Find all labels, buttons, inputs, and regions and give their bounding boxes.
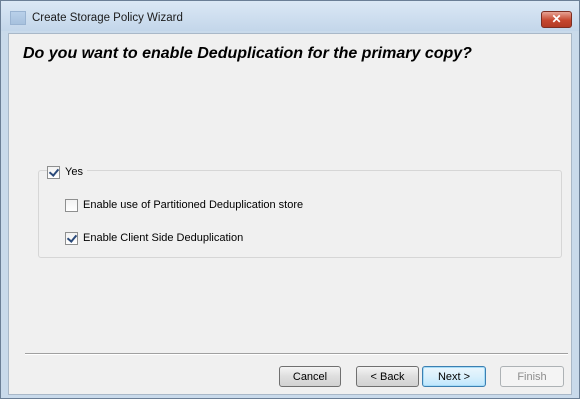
page-question: Do you want to enable Deduplication for … [23, 45, 472, 62]
client-side-dedup-label: Enable Client Side Deduplication [83, 232, 244, 244]
close-button[interactable]: ✕ [541, 11, 572, 28]
app-icon [10, 11, 26, 25]
client-side-dedup-row[interactable]: Enable Client Side Deduplication [65, 231, 243, 245]
finish-button[interactable]: Finish [500, 366, 564, 387]
yes-checkbox-row[interactable]: Yes [47, 165, 87, 179]
cancel-button[interactable]: Cancel [279, 366, 341, 387]
next-button[interactable]: Next > [422, 366, 486, 387]
back-button[interactable]: < Back [356, 366, 419, 387]
wizard-window: Create Storage Policy Wizard ✕ Do you wa… [0, 0, 580, 399]
yes-checkbox[interactable] [47, 165, 60, 179]
footer-separator [25, 353, 568, 355]
window-title: Create Storage Policy Wizard [32, 12, 183, 24]
title-bar[interactable]: Create Storage Policy Wizard ✕ [1, 1, 579, 31]
yes-label: Yes [65, 166, 83, 178]
partitioned-dedup-label: Enable use of Partitioned Deduplication … [83, 199, 304, 211]
client-side-dedup-checkbox[interactable] [65, 231, 78, 245]
partitioned-dedup-checkbox[interactable] [65, 198, 78, 212]
partitioned-dedup-row[interactable]: Enable use of Partitioned Deduplication … [65, 198, 303, 212]
wizard-body: Do you want to enable Deduplication for … [8, 33, 572, 395]
